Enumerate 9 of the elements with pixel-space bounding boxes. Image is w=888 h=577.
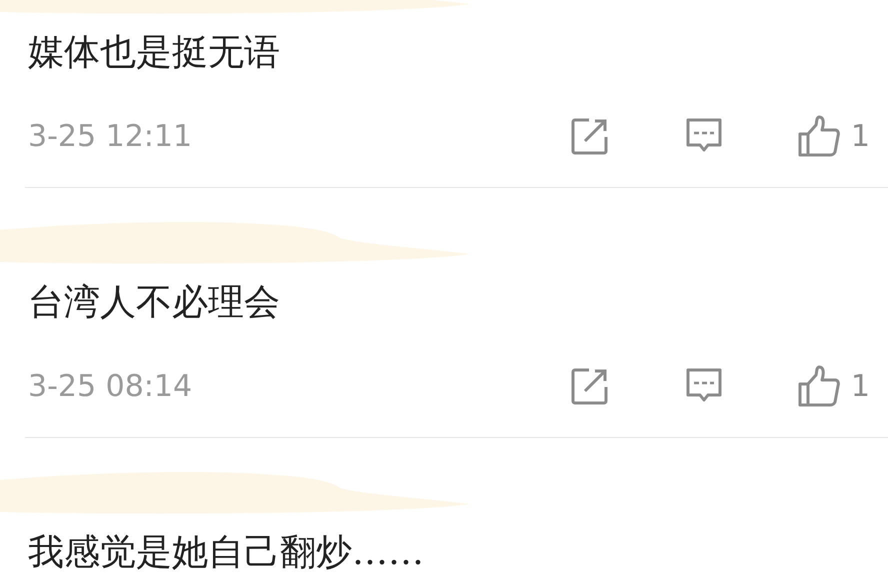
thumbs-up-icon	[796, 114, 841, 158]
comment-text: 媒体也是挺无语	[28, 31, 281, 75]
thumbs-up-icon	[796, 364, 841, 408]
like-button[interactable]: 1	[796, 364, 870, 408]
timestamp: 3-25 08:14	[28, 368, 192, 404]
comment-text: 我感觉是她自己翻炒……	[28, 531, 425, 575]
comment-text: 台湾人不必理会	[28, 281, 281, 325]
timestamp: 3-25 12:11	[28, 118, 192, 154]
like-button[interactable]: 1	[796, 114, 870, 158]
